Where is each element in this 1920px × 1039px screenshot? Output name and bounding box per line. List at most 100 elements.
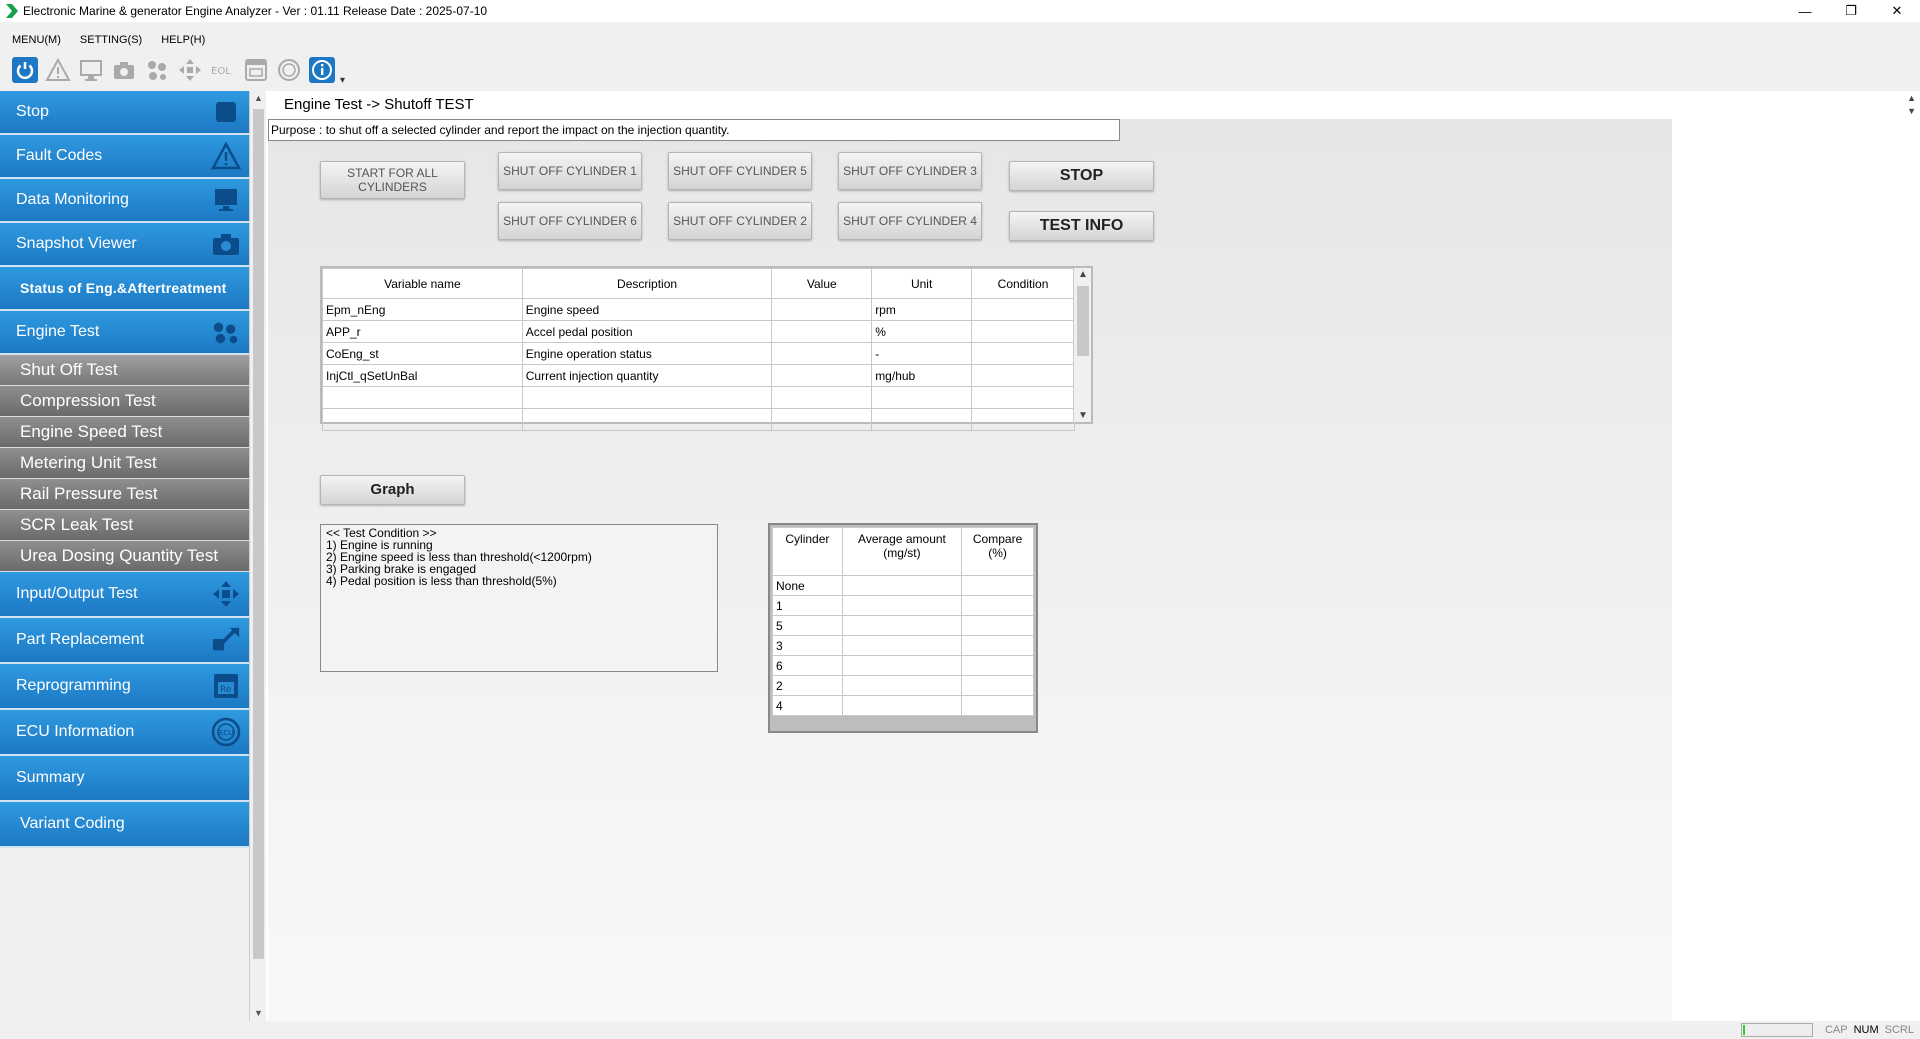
menu-help[interactable]: HELP(H)	[159, 32, 207, 48]
io-test-tool-button[interactable]	[173, 54, 206, 86]
scroll-down-icon[interactable]: ▼	[1907, 106, 1916, 116]
scroll-up-icon[interactable]: ▲	[251, 91, 266, 106]
table-cell: -	[871, 342, 973, 365]
variable-grid: Variable name Description Value Unit Con…	[322, 268, 1075, 431]
shut-off-cylinder-2-button[interactable]: SHUT OFF CYLINDER 2	[668, 202, 812, 240]
sidebar-item-part-replacement[interactable]: Part Replacement	[0, 618, 249, 664]
sidebar-subitem-engine-speed-test[interactable]: Engine Speed Test	[0, 417, 249, 448]
table-row[interactable]	[322, 386, 1075, 409]
sidebar-item-data-monitoring[interactable]: Data Monitoring	[0, 179, 249, 223]
shut-off-cylinder-5-button[interactable]: SHUT OFF CYLINDER 5	[668, 152, 812, 190]
table-row: 2	[772, 675, 1034, 696]
toolbar-grip-icon[interactable]: ▾	[340, 75, 345, 86]
engine-test-tool-button[interactable]	[140, 54, 173, 86]
sidebar-scrollbar[interactable]: ▲ ▼	[251, 91, 266, 1021]
eol-tool-button[interactable]: EOL	[206, 54, 239, 86]
sidebar-subitem-compression-test[interactable]: Compression Test	[0, 386, 249, 417]
fault-codes-tool-button[interactable]	[41, 54, 74, 86]
shut-off-cylinder-4-button[interactable]: SHUT OFF CYLINDER 4	[838, 202, 982, 240]
sidebar-subitem-shut-off-test[interactable]: Shut Off Test	[0, 355, 249, 386]
ecu-tool-button[interactable]	[272, 54, 305, 86]
table-cell	[521, 386, 773, 409]
io-test-icon	[211, 579, 241, 609]
stop-button[interactable]: STOP	[1009, 161, 1154, 191]
table-cell	[771, 386, 873, 409]
table-row[interactable]: APP_r Accel pedal position %	[322, 320, 1075, 343]
ecu-icon	[277, 59, 300, 81]
shut-off-cylinder-6-button[interactable]: SHUT OFF CYLINDER 6	[498, 202, 642, 240]
svg-text:EOL: EOL	[211, 66, 231, 77]
data-monitoring-tool-button[interactable]	[74, 54, 107, 86]
test-conditions-box: << Test Condition >> 1) Engine is runnin…	[320, 524, 718, 672]
test-info-button[interactable]: TEST INFO	[1009, 211, 1154, 241]
table-cell	[841, 695, 963, 716]
sidebar-subitem-scr-leak-test[interactable]: SCR Leak Test	[0, 510, 249, 541]
restore-button[interactable]: ❐	[1828, 0, 1874, 22]
scroll-down-icon[interactable]: ▼	[1074, 410, 1092, 421]
table-scrollbar[interactable]: ▲ ▼	[1073, 268, 1091, 422]
sidebar-subitem-rail-pressure-test[interactable]: Rail Pressure Test	[0, 479, 249, 510]
test-content: Purpose : to shut off a selected cylinde…	[268, 119, 1672, 1021]
table-cell	[771, 320, 873, 343]
table-cell	[971, 364, 1075, 387]
graph-button[interactable]: Graph	[320, 475, 465, 505]
sidebar-item-variant-coding[interactable]: Variant Coding	[0, 802, 249, 848]
scroll-up-icon[interactable]: ▲	[1907, 93, 1916, 103]
start-all-cylinders-button[interactable]: START FOR ALL CYLINDERS	[320, 161, 465, 199]
svg-text:Re: Re	[220, 685, 232, 695]
table-cell	[961, 695, 1034, 716]
sidebar-item-label: Input/Output Test	[16, 585, 138, 602]
table-cell	[971, 298, 1075, 321]
table-row[interactable]: InjCtl_qSetUnBal Current injection quant…	[322, 364, 1075, 387]
shut-off-cylinder-1-button[interactable]: SHUT OFF CYLINDER 1	[498, 152, 642, 190]
menu-menu[interactable]: MENU(M)	[10, 32, 63, 48]
info-tool-button[interactable]	[305, 54, 338, 86]
sidebar-item-label: Engine Test	[16, 323, 100, 340]
table-row[interactable]	[322, 408, 1075, 431]
menu-setting[interactable]: SETTING(S)	[78, 32, 144, 48]
caps-lock-indicator: CAP	[1824, 1024, 1848, 1036]
column-header[interactable]: Unit	[871, 268, 973, 299]
progress-fill	[1742, 1025, 1745, 1035]
scroll-thumb[interactable]	[1077, 286, 1089, 356]
scroll-down-icon[interactable]: ▼	[251, 1006, 266, 1021]
table-cell: InjCtl_qSetUnBal	[322, 364, 523, 387]
column-header[interactable]: Description	[521, 268, 773, 299]
sidebar-item-fault-codes[interactable]: Fault Codes	[0, 135, 249, 179]
engine-test-icon	[147, 61, 166, 80]
sidebar-item-engine-test[interactable]: Engine Test	[0, 311, 249, 355]
sidebar-item-stop[interactable]: Stop	[0, 91, 249, 135]
close-button[interactable]: ✕	[1874, 0, 1920, 22]
table-cell: Epm_nEng	[322, 298, 523, 321]
snapshot-tool-button[interactable]	[107, 54, 140, 86]
monitor-icon	[211, 185, 241, 215]
column-header[interactable]: Condition	[971, 268, 1075, 299]
camera-icon	[211, 229, 241, 259]
sidebar-item-snapshot-viewer[interactable]: Snapshot Viewer	[0, 223, 249, 267]
power-button[interactable]	[8, 54, 41, 86]
table-row[interactable]: CoEng_st Engine operation status -	[322, 342, 1075, 365]
sidebar-item-summary[interactable]: Summary	[0, 756, 249, 802]
scroll-thumb[interactable]	[253, 109, 264, 959]
minimize-button[interactable]: —	[1782, 0, 1828, 22]
sidebar-item-ecu-information[interactable]: ECU Information ECU	[0, 710, 249, 756]
table-cell	[871, 386, 973, 409]
sidebar-subitem-metering-unit-test[interactable]: Metering Unit Test	[0, 448, 249, 479]
scroll-up-icon[interactable]: ▲	[1074, 269, 1092, 280]
sidebar-item-status-eng-aftertreatment[interactable]: Status of Eng.&Aftertreatment	[0, 267, 249, 311]
table-row[interactable]: Epm_nEng Engine speed rpm	[322, 298, 1075, 321]
column-header[interactable]: Variable name	[322, 268, 523, 299]
reprogramming-tool-button[interactable]	[239, 54, 272, 86]
sidebar-item-label: Stop	[16, 103, 49, 120]
sidebar-item-reprogramming[interactable]: Reprogramming Re	[0, 664, 249, 710]
app-logo-icon	[6, 4, 18, 18]
table-cell: 6	[772, 655, 843, 676]
shut-off-cylinder-3-button[interactable]: SHUT OFF CYLINDER 3	[838, 152, 982, 190]
table-cell	[971, 342, 1075, 365]
column-header: Cylinder	[772, 527, 843, 576]
sidebar-item-input-output-test[interactable]: Input/Output Test	[0, 572, 249, 618]
part-replacement-icon	[211, 625, 241, 655]
sidebar-subitem-urea-dosing-test[interactable]: Urea Dosing Quantity Test	[0, 541, 249, 572]
column-header[interactable]: Value	[771, 268, 873, 299]
num-lock-indicator: NUM	[1853, 1024, 1879, 1036]
